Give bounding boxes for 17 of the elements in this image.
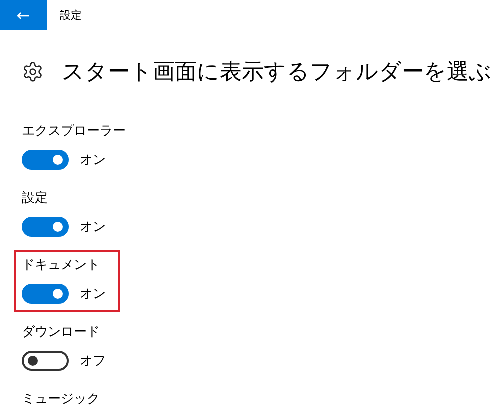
setting-label: ドキュメント (22, 257, 101, 275)
back-button[interactable]: ← (0, 0, 47, 30)
settings-icon (22, 61, 44, 83)
toggle-state: オフ (80, 353, 106, 370)
toggle-switch[interactable] (22, 351, 69, 371)
setting-label: ダウンロード (22, 324, 101, 342)
setting-label: ミュージック (22, 391, 100, 409)
setting-label: 設定 (22, 190, 49, 208)
toggle-state: オン (80, 219, 106, 236)
toggle-state: オン (80, 152, 106, 169)
toggle-switch[interactable] (22, 150, 69, 170)
toggle-state: オン (80, 286, 106, 303)
window-title: 設定 (60, 8, 82, 22)
page-title: スタート画面に表示するフォルダーを選ぶ (62, 59, 492, 87)
setting-label: エクスプローラー (22, 123, 126, 141)
toggle-switch[interactable] (22, 217, 69, 237)
toggle-switch[interactable] (22, 284, 69, 304)
